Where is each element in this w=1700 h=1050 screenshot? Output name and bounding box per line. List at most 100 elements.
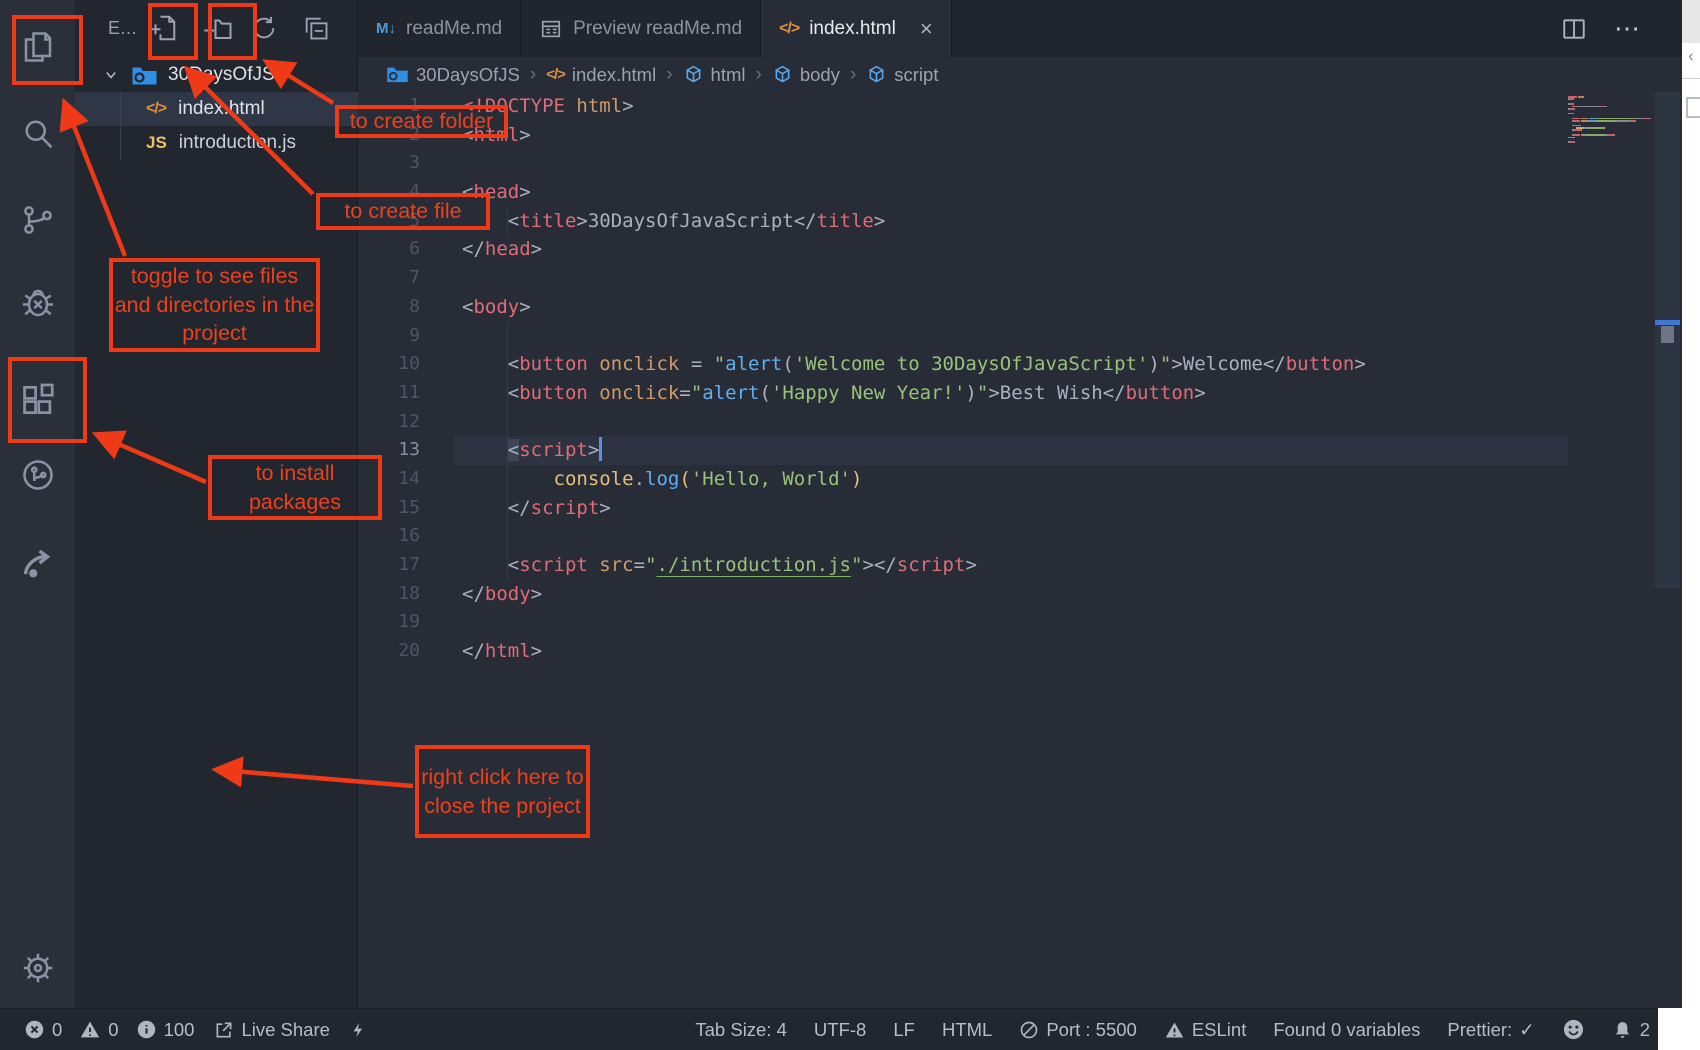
explorer-sidebar: E... 30DaysOfJS </> index.html JS introd…	[75, 0, 358, 1050]
root-folder-label: 30DaysOfJS	[168, 64, 275, 86]
line-number: 15	[358, 494, 420, 523]
chevron-right-icon: ›	[848, 64, 858, 86]
extensions-icon[interactable]	[0, 365, 75, 435]
html-icon: </>	[779, 20, 799, 38]
prettier-indicator[interactable]: Prettier: ✓	[1447, 1019, 1534, 1041]
breadcrumb-item-file[interactable]: </> index.html	[546, 64, 656, 86]
run-debug-icon[interactable]	[0, 268, 75, 338]
tab-readme[interactable]: M↓ readMe.md	[358, 0, 521, 57]
minimap[interactable]	[1568, 96, 1654, 144]
feedback-smiley[interactable]	[1562, 1018, 1585, 1041]
code-line-6[interactable]: 6</head>	[358, 235, 1682, 264]
code-line-17[interactable]: 17 <script src="./introduction.js"></scr…	[358, 551, 1682, 580]
rail-square-icon[interactable]	[1686, 97, 1700, 118]
breadcrumb-item-script[interactable]: script	[866, 64, 938, 86]
explorer-title: E...	[108, 18, 137, 39]
js-icon: JS	[146, 133, 167, 153]
line-number: 6	[358, 235, 420, 264]
code-line-1[interactable]: 1<!DOCTYPE html>	[358, 92, 1682, 121]
share-icon	[214, 1020, 234, 1040]
code-line-7[interactable]: 7	[358, 264, 1682, 293]
code-line-5[interactable]: 5 <title>30DaysOfJavaScript</title>	[358, 207, 1682, 236]
tab-preview-readme[interactable]: Preview readMe.md	[521, 0, 761, 57]
live-share-button[interactable]: Live Share	[214, 1019, 329, 1041]
run-circle-icon[interactable]	[0, 440, 75, 510]
scrollbar-cursor-marker	[1655, 320, 1680, 325]
code-line-14[interactable]: 14 console.log('Hello, World')	[358, 465, 1682, 494]
breadcrumb-item-html[interactable]: html	[683, 64, 746, 86]
code-line-13[interactable]: 13 <script>	[358, 436, 1682, 465]
line-number: 9	[358, 322, 420, 351]
code-line-18[interactable]: 18</body>	[358, 580, 1682, 609]
line-number: 17	[358, 551, 420, 580]
bell-icon	[1612, 1019, 1633, 1041]
breadcrumb-item-body[interactable]: body	[772, 64, 840, 86]
bell-count: 2	[1640, 1019, 1650, 1041]
tab-index-html[interactable]: </> index.html ×	[761, 0, 952, 57]
line-number: 19	[358, 608, 420, 637]
code-line-8[interactable]: 8<body>	[358, 293, 1682, 322]
tree-item-introduction-js[interactable]: JS introduction.js	[75, 126, 358, 160]
scrollbar-thumb[interactable]	[1661, 326, 1674, 343]
check-icon: ✓	[1519, 1019, 1535, 1041]
split-editor-icon[interactable]	[1560, 16, 1588, 42]
notifications-bell[interactable]: 2	[1612, 1019, 1650, 1041]
bolt-indicator[interactable]	[350, 1019, 367, 1041]
settings-gear-icon[interactable]	[0, 933, 75, 1003]
tab-label: readMe.md	[406, 18, 502, 40]
editor-group: M↓ readMe.md Preview readMe.md </> index…	[358, 0, 1682, 1050]
code-line-3[interactable]: 3	[358, 149, 1682, 178]
tab-size-indicator[interactable]: Tab Size: 4	[695, 1019, 787, 1041]
source-control-icon[interactable]	[0, 185, 75, 255]
chevron-left-icon[interactable]: ‹	[1682, 46, 1700, 66]
code-line-15[interactable]: 15 </script>	[358, 494, 1682, 523]
line-number: 1	[358, 92, 420, 121]
status-bar: 0 0 100 Live Share Tab Size: 4 UTF-8 LF …	[0, 1008, 1700, 1050]
port-indicator[interactable]: Port : 5500	[1019, 1019, 1137, 1041]
new-folder-icon[interactable]	[198, 8, 238, 48]
code-line-2[interactable]: 2<html>	[358, 121, 1682, 150]
code-line-4[interactable]: 4<head>	[358, 178, 1682, 207]
live-share-icon[interactable]	[0, 528, 75, 598]
tree-root-folder[interactable]: 30DaysOfJS	[75, 58, 358, 92]
tree-item-index-html[interactable]: </> index.html	[75, 92, 358, 126]
search-icon[interactable]	[0, 98, 75, 168]
new-file-icon[interactable]	[143, 8, 183, 48]
cube-icon	[772, 64, 793, 85]
warning-icon	[1164, 1020, 1185, 1040]
close-icon[interactable]: ×	[920, 16, 933, 42]
file-label: index.html	[178, 98, 265, 120]
code-line-12[interactable]: 12	[358, 408, 1682, 437]
info-icon	[136, 1019, 157, 1040]
eslint-indicator[interactable]: ESLint	[1164, 1019, 1247, 1041]
preview-icon	[539, 18, 563, 40]
variables-indicator[interactable]: Found 0 variables	[1273, 1019, 1420, 1041]
code-line-9[interactable]: 9	[358, 322, 1682, 351]
more-actions-icon[interactable]: ⋯	[1614, 13, 1642, 44]
line-number: 4	[358, 178, 420, 207]
encoding-indicator[interactable]: UTF-8	[814, 1019, 866, 1041]
breadcrumb-item-folder[interactable]: 30DaysOfJS	[386, 64, 520, 86]
language-indicator[interactable]: HTML	[942, 1019, 992, 1041]
explorer-icon[interactable]	[0, 12, 75, 82]
code-line-20[interactable]: 20</html>	[358, 637, 1682, 666]
smiley-icon	[1562, 1018, 1585, 1041]
html-icon: </>	[146, 100, 166, 118]
eol-indicator[interactable]: LF	[893, 1019, 915, 1041]
rail-divider	[1682, 78, 1700, 79]
chevron-right-icon: ›	[528, 64, 538, 86]
rail-top-block	[1682, 0, 1700, 43]
line-number: 11	[358, 379, 420, 408]
problems-indicator[interactable]: 0 0 100	[24, 1019, 194, 1041]
explorer-header: E...	[75, 0, 358, 57]
code-line-11[interactable]: 11 <button onclick="alert('Happy New Yea…	[358, 379, 1682, 408]
line-number: 18	[358, 580, 420, 609]
code-line-19[interactable]: 19	[358, 608, 1682, 637]
collapse-all-icon[interactable]	[296, 8, 336, 48]
code-line-10[interactable]: 10 <button onclick = "alert('Welcome to …	[358, 350, 1682, 379]
code-editor[interactable]: 1<!DOCTYPE html>2<html>34<head>5 <title>…	[358, 92, 1682, 666]
refresh-icon[interactable]	[244, 8, 284, 48]
code-line-16[interactable]: 16	[358, 522, 1682, 551]
line-number: 16	[358, 522, 420, 551]
folder-icon	[131, 64, 158, 87]
